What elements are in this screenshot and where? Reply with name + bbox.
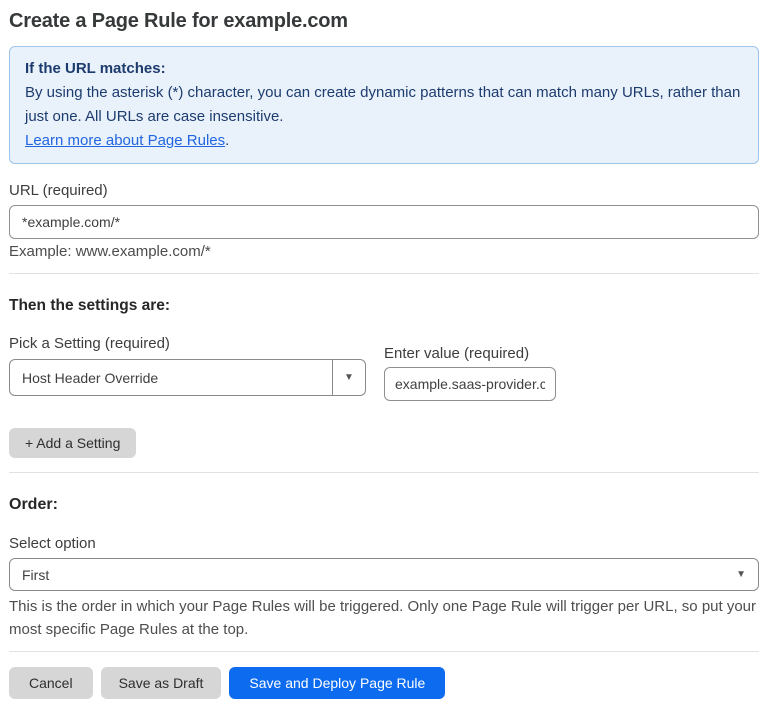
save-and-deploy-button[interactable]: Save and Deploy Page Rule (229, 667, 446, 699)
url-label: URL (required) (9, 182, 108, 199)
order-select-label: Select option (9, 535, 96, 552)
order-help-text: This is the order in which your Page Rul… (9, 598, 757, 638)
settings-section-heading: Then the settings are: (9, 297, 171, 314)
setting-select-arrow-cell[interactable]: ▼ (332, 360, 365, 395)
setting-value-input[interactable] (384, 367, 556, 401)
order-select-value: First (22, 566, 50, 583)
form-actions: Cancel Save as Draft Save and Deploy Pag… (9, 667, 759, 699)
info-box-body: By using the asterisk (*) character, you… (25, 84, 741, 125)
order-section-heading: Order: (9, 496, 58, 513)
pick-setting-label: Pick a Setting (required) (9, 335, 170, 352)
divider (9, 273, 759, 274)
learn-more-page-rules-link[interactable]: Learn more about Page Rules (25, 132, 225, 149)
info-box-heading: If the URL matches: (25, 60, 166, 77)
setting-row: Pick a Setting (required) Host Header Ov… (9, 336, 759, 401)
enter-value-column: Enter value (required) (384, 346, 556, 401)
divider (9, 472, 759, 473)
cancel-button[interactable]: Cancel (9, 667, 93, 699)
url-input[interactable] (9, 205, 759, 239)
save-as-draft-button[interactable]: Save as Draft (100, 667, 222, 699)
page-title: Create a Page Rule for example.com (9, 10, 348, 32)
create-page-rule-form: Create a Page Rule for example.com If th… (9, 9, 759, 699)
order-select[interactable]: First ▼ (9, 558, 759, 591)
chevron-down-icon: ▼ (736, 568, 746, 580)
add-setting-button[interactable]: + Add a Setting (9, 428, 137, 458)
setting-select[interactable]: Host Header Override ▼ (9, 359, 366, 396)
pick-setting-column: Pick a Setting (required) Host Header Ov… (9, 336, 366, 396)
divider (9, 651, 759, 652)
enter-value-label: Enter value (required) (384, 345, 530, 362)
setting-select-value: Host Header Override (22, 369, 159, 386)
link-suffix-period: . (225, 132, 230, 149)
url-example-text: Example: www.example.com/* (9, 243, 211, 260)
chevron-down-icon: ▼ (344, 371, 354, 383)
info-box-link-line: Learn more about Page Rules. (25, 129, 743, 153)
url-match-info-box: If the URL matches: By using the asteris… (9, 46, 759, 164)
